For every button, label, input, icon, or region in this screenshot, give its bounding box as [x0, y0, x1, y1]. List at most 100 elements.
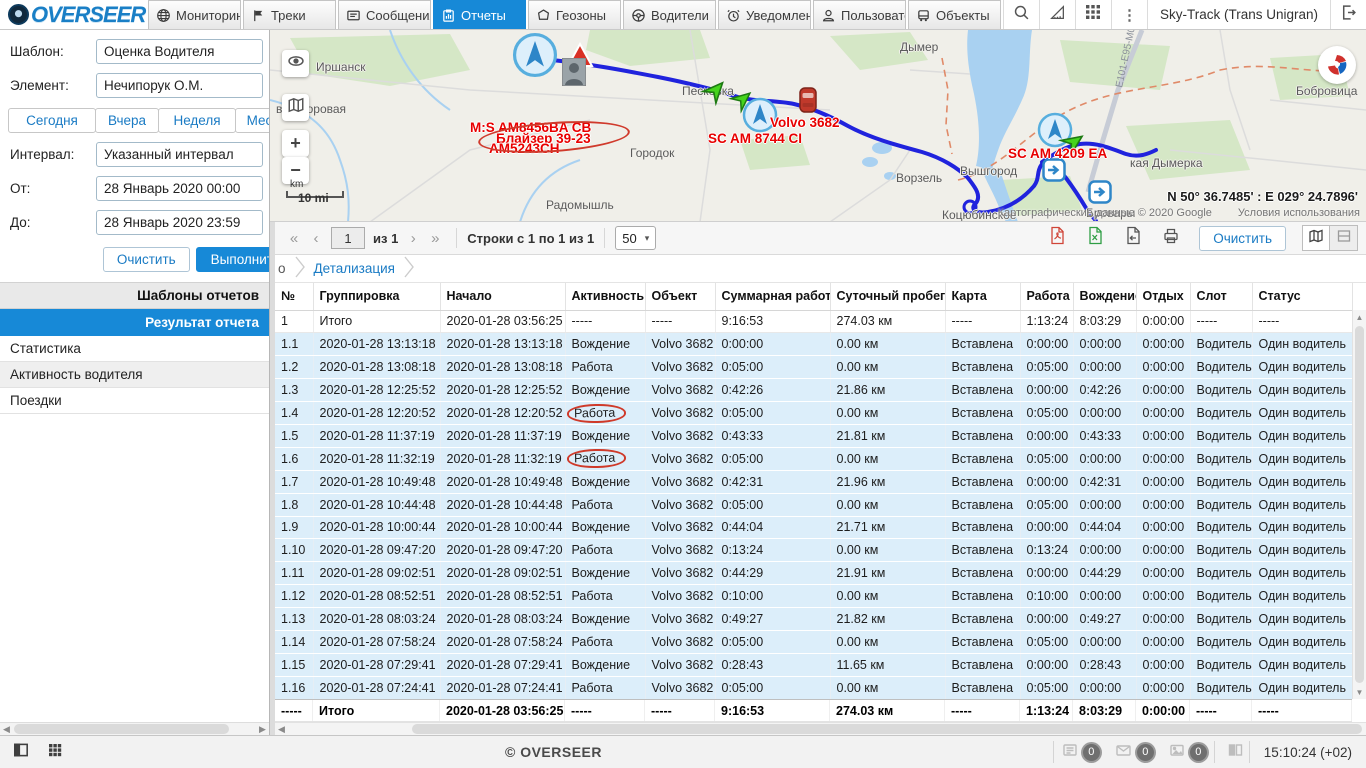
direction-arrow-marker[interactable]	[732, 88, 754, 115]
sidebar-report-item[interactable]: Статистика	[0, 336, 269, 362]
table-row[interactable]: 1.82020-01-28 10:44:482020-01-28 10:44:4…	[275, 493, 1352, 516]
nav-tab-9[interactable]: Объекты	[908, 0, 1001, 29]
table-row[interactable]: 1.32020-01-28 12:25:522020-01-28 12:25:5…	[275, 379, 1352, 402]
table-vertical-scrollbar[interactable]: ▲ ▼	[1352, 310, 1366, 699]
column-header[interactable]: Слот	[1190, 283, 1252, 310]
table-row[interactable]: 1.62020-01-28 11:32:192020-01-28 11:32:1…	[275, 447, 1352, 470]
more-menu-button[interactable]: ⋮	[1111, 0, 1147, 29]
scroll-left-icon[interactable]: ◀	[0, 723, 13, 735]
table-row[interactable]: 1.152020-01-28 07:29:412020-01-28 07:29:…	[275, 653, 1352, 676]
split-view-toggle[interactable]	[1330, 225, 1358, 251]
export-excel-button[interactable]	[1081, 225, 1109, 251]
grid-view-button[interactable]	[42, 740, 68, 764]
export-pdf-button[interactable]	[1043, 225, 1071, 251]
news-counter[interactable]: 0	[1061, 742, 1100, 763]
column-header[interactable]: Работа	[1020, 283, 1073, 310]
table-row[interactable]: 1.42020-01-28 12:20:522020-01-28 12:20:5…	[275, 402, 1352, 425]
vehicle-name-label[interactable]: SC AM 4209 EA	[1008, 146, 1107, 161]
vehicle-name-label[interactable]: SC AM 8744 CI	[708, 131, 802, 146]
nav-tab-5[interactable]: Геозоны	[528, 0, 621, 29]
measure-button[interactable]	[1039, 0, 1075, 29]
element-select[interactable]: Нечипорук О.М.	[96, 73, 263, 98]
first-page-button[interactable]: «	[283, 227, 305, 249]
vehicle-position-marker[interactable]	[512, 32, 558, 83]
nav-tab-6[interactable]: Водители	[623, 0, 716, 29]
apps-button[interactable]	[1075, 0, 1111, 29]
route-step-marker[interactable]	[1042, 158, 1066, 187]
search-button[interactable]	[1003, 0, 1039, 29]
column-header[interactable]: Активность	[565, 283, 645, 310]
column-header[interactable]: Группировка	[313, 283, 440, 310]
range-month-button[interactable]: Месяц	[235, 108, 270, 133]
result-section-header[interactable]: Результат отчета	[0, 309, 269, 336]
templates-section-header[interactable]: Шаблоны отчетов	[0, 282, 269, 309]
column-header[interactable]: Статус	[1252, 283, 1352, 310]
nav-tab-2[interactable]: Треки	[243, 0, 336, 29]
clear-button[interactable]: Очистить	[103, 247, 190, 272]
nav-tab-7[interactable]: Уведомления	[718, 0, 811, 29]
column-header[interactable]: №	[275, 283, 313, 310]
page-number-input[interactable]	[331, 227, 365, 249]
table-row[interactable]: 1.72020-01-28 10:49:482020-01-28 10:49:4…	[275, 470, 1352, 493]
from-datetime-input[interactable]: 28 Январь 2020 00:00	[96, 176, 263, 201]
map-view-toggle[interactable]	[1302, 225, 1330, 251]
page-size-select[interactable]: 50 ▾	[615, 226, 656, 250]
route-step-marker[interactable]	[1088, 180, 1112, 209]
sidebar-horizontal-scrollbar[interactable]: ◀ ▶	[0, 722, 269, 735]
to-datetime-input[interactable]: 28 Январь 2020 23:59	[96, 210, 263, 235]
scroll-left-icon[interactable]: ◀	[275, 723, 288, 735]
column-header[interactable]: Отдых	[1136, 283, 1190, 310]
map-panel[interactable]: E101-E95-M01 Иршансквая БороваяПесковкаГ…	[270, 30, 1366, 222]
table-horizontal-scrollbar[interactable]: ◀	[275, 722, 1366, 735]
images-counter[interactable]: 0	[1168, 742, 1207, 763]
table-row[interactable]: 1.162020-01-28 07:24:412020-01-28 07:24:…	[275, 676, 1352, 699]
nav-tab-3[interactable]: Сообщения	[338, 0, 431, 29]
table-row[interactable]: 1Итого2020-01-28 03:56:25----------9:16:…	[275, 310, 1352, 333]
range-week-button[interactable]: Неделя	[158, 108, 236, 133]
layout-button[interactable]	[1223, 740, 1249, 764]
breadcrumb-item[interactable]: о	[278, 261, 286, 276]
table-row[interactable]: 1.22020-01-28 13:08:182020-01-28 13:08:1…	[275, 356, 1352, 379]
sidebar-report-item[interactable]: Поездки	[0, 388, 269, 414]
print-button[interactable]	[1157, 225, 1185, 251]
column-header[interactable]: Суммарная работа	[715, 283, 830, 310]
next-page-button[interactable]: ›	[402, 227, 424, 249]
interval-select[interactable]: Указанный интервал	[96, 142, 263, 167]
column-header[interactable]: Объект	[645, 283, 715, 310]
driver-photo-thumbnail[interactable]	[562, 58, 586, 91]
scroll-right-icon[interactable]: ▶	[256, 723, 269, 735]
logout-button[interactable]	[1330, 0, 1366, 29]
visibility-button[interactable]	[282, 50, 309, 77]
terms-link[interactable]: Условия использования	[1238, 207, 1360, 219]
clear-results-button[interactable]: Очистить	[1199, 226, 1286, 251]
scroll-up-icon[interactable]: ▲	[1353, 310, 1366, 324]
table-row[interactable]: 1.52020-01-28 11:37:192020-01-28 11:37:1…	[275, 424, 1352, 447]
sidebar-report-item[interactable]: Активность водителя	[0, 362, 269, 388]
table-row[interactable]: 1.142020-01-28 07:58:242020-01-28 07:58:…	[275, 630, 1352, 653]
toggle-sidebar-button[interactable]	[8, 740, 34, 764]
vehicle-name-label[interactable]: Volvo 3682	[770, 115, 840, 130]
table-row[interactable]: 1.102020-01-28 09:47:202020-01-28 09:47:…	[275, 539, 1352, 562]
account-label[interactable]: Sky-Track (Trans Unigran)	[1147, 0, 1330, 29]
range-yesterday-button[interactable]: Вчера	[95, 108, 159, 133]
column-header[interactable]: Вождение	[1073, 283, 1136, 310]
nav-tab-4[interactable]: Отчеты	[433, 0, 526, 29]
table-row[interactable]: 1.112020-01-28 09:02:512020-01-28 09:02:…	[275, 562, 1352, 585]
table-row[interactable]: 1.132020-01-28 08:03:242020-01-28 08:03:…	[275, 608, 1352, 631]
run-report-button[interactable]: Выполнить	[196, 247, 270, 272]
last-page-button[interactable]: »	[424, 227, 446, 249]
nav-tab-1[interactable]: Мониторинг	[148, 0, 241, 29]
direction-arrow-marker[interactable]	[704, 78, 728, 107]
table-row[interactable]: 1.122020-01-28 08:52:512020-01-28 08:52:…	[275, 585, 1352, 608]
range-today-button[interactable]: Сегодня	[8, 108, 96, 133]
table-row[interactable]: 1.92020-01-28 10:00:442020-01-28 10:00:4…	[275, 516, 1352, 539]
map-layers-button[interactable]	[282, 94, 309, 121]
breadcrumb-item-detail[interactable]: Детализация	[314, 261, 395, 276]
prev-page-button[interactable]: ‹	[305, 227, 327, 249]
table-row[interactable]: 1.12020-01-28 13:13:182020-01-28 13:13:1…	[275, 333, 1352, 356]
column-header[interactable]: Суточный пробег	[830, 283, 945, 310]
nav-tab-8[interactable]: Пользователи	[813, 0, 906, 29]
column-header[interactable]: Карта	[945, 283, 1020, 310]
column-header[interactable]: Начало	[440, 283, 565, 310]
zoom-in-button[interactable]: +	[282, 130, 309, 157]
